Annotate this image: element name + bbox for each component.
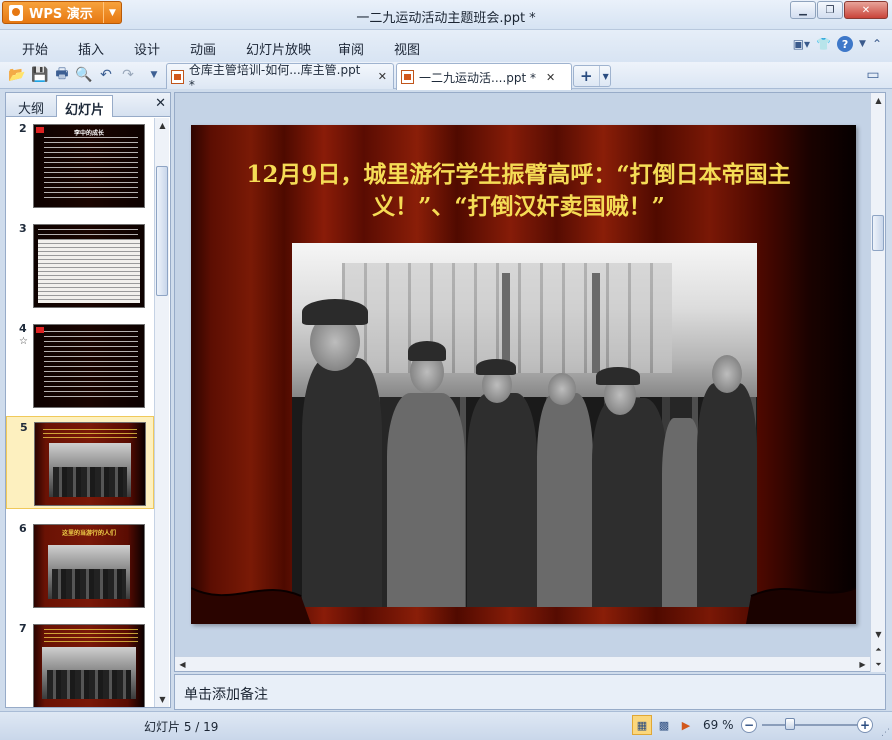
menu-insert[interactable]: 插入 <box>78 39 104 58</box>
ppt-file-icon <box>401 70 414 84</box>
slide-thumbnail-list: 2 李中的成长 3 4 ☆ 5 6 这里的当游行的人们 7 <box>6 118 154 707</box>
tab-warehouse-training[interactable]: 仓库主管培训-如何...库主管.ppt * ✕ <box>166 63 394 92</box>
tab-slides[interactable]: 幻灯片 <box>56 95 114 118</box>
normal-view-icon[interactable]: ▦ <box>632 715 652 735</box>
scroll-up-icon[interactable]: ▲ <box>155 118 170 133</box>
slide-number: 2 <box>19 122 27 135</box>
slide-thumbnail-4[interactable]: 4 ☆ <box>6 318 154 413</box>
zoom-out-icon[interactable]: − <box>741 717 757 733</box>
flag-icon <box>36 327 44 333</box>
print-preview-icon[interactable]: 🔍 <box>75 66 93 84</box>
close-panel-icon[interactable]: ✕ <box>155 96 166 111</box>
scroll-down-icon[interactable]: ▼ <box>871 627 886 642</box>
close-window-button[interactable]: ✕ <box>844 1 888 19</box>
slide-sorter-icon[interactable]: ▩ <box>654 715 674 735</box>
resize-grip-icon[interactable]: ⋰ <box>881 728 890 738</box>
ribbon-collapse-icon[interactable]: ⌃ <box>872 37 882 51</box>
menu-design[interactable]: 设计 <box>134 39 160 58</box>
animation-star-icon: ☆ <box>19 336 28 347</box>
chevron-down-icon[interactable]: ▼ <box>859 39 866 49</box>
menu-view[interactable]: 视图 <box>394 39 420 58</box>
scrollbar-thumb[interactable] <box>156 166 168 296</box>
curtain-hem <box>191 587 856 624</box>
open-folder-icon[interactable]: 📂 <box>8 66 26 84</box>
slide-area-vscroll[interactable]: ▲ ▼ ⏶ ⏷ <box>870 93 885 672</box>
slides-panel: 大纲 幻灯片 ✕ 2 李中的成长 3 4 ☆ 5 6 这里的当游行的人们 7 ▲… <box>5 92 171 708</box>
menu-slideshow[interactable]: 幻灯片放映 <box>246 39 311 58</box>
slideshow-icon[interactable]: ▶ <box>676 715 696 735</box>
menu-review[interactable]: 审阅 <box>338 39 364 58</box>
slide-indicator: 幻灯片 5 / 19 <box>144 720 219 734</box>
notes-placeholder[interactable]: 单击添加备注 <box>184 684 268 704</box>
scroll-down-icon[interactable]: ▼ <box>155 692 170 707</box>
slide-title[interactable]: 12月9日，城里游行学生振臂高呼：“打倒日本帝国主义！”、“打倒汉奸卖国贼！” <box>201 159 836 223</box>
tab-label: 仓库主管培训-如何...库主管.ppt * <box>188 63 361 92</box>
zoom-level[interactable]: 69 % <box>703 718 734 732</box>
scroll-right-icon[interactable]: ▶ <box>855 657 870 672</box>
close-tab-icon[interactable]: ✕ <box>378 70 387 83</box>
menu-animation[interactable]: 动画 <box>190 39 216 58</box>
next-slide-icon[interactable]: ⏷ <box>871 657 886 672</box>
tab-label: 一二九运动活....ppt * <box>419 70 537 85</box>
minimize-button[interactable]: ▁ <box>790 1 816 19</box>
redo-icon[interactable]: ↷ <box>119 66 137 84</box>
slide-number: 6 <box>19 522 27 535</box>
chevron-down-icon[interactable]: ▼ <box>598 66 612 86</box>
new-tab-button[interactable]: + ▼ <box>573 65 611 87</box>
restore-button[interactable]: ❐ <box>817 1 843 19</box>
shirt-icon[interactable]: 👕 <box>816 37 831 51</box>
window-list-icon[interactable]: ▭ <box>864 66 882 84</box>
slide-thumbnail-3[interactable]: 3 <box>6 218 154 313</box>
quick-access-toolbar: 📂 💾 🖶 🔍 ↶ ↷ ▼ 仓库主管培训-如何...库主管.ppt * ✕ 一二… <box>0 62 892 92</box>
menu-home[interactable]: 开始 <box>22 39 48 58</box>
skin-icon[interactable]: ▣▾ <box>793 37 810 51</box>
slide-number: 5 <box>20 421 28 434</box>
help-icon[interactable]: ? <box>837 36 854 52</box>
plus-icon: + <box>580 67 593 85</box>
tab-outline[interactable]: 大纲 <box>10 95 52 117</box>
thumb-title: 这里的当游行的人们 <box>61 530 116 537</box>
ppt-file-icon <box>171 69 184 84</box>
slide-number: 4 <box>19 322 27 335</box>
zoom-slider[interactable] <box>762 724 857 726</box>
slide-thumbnail-5[interactable]: 5 <box>6 416 154 509</box>
tab-129-movement[interactable]: 一二九运动活....ppt * ✕ <box>396 63 572 90</box>
status-bar: 幻灯片 5 / 19 ▦ ▩ ▶ 69 % − + ⋰ <box>0 711 892 740</box>
close-tab-icon[interactable]: ✕ <box>546 71 555 84</box>
slide-area-hscroll[interactable]: ◀ ▶ <box>175 656 870 671</box>
thumb-title: 李中的成长 <box>73 130 104 137</box>
previous-slide-icon[interactable]: ⏶ <box>871 642 886 657</box>
slides-panel-scrollbar[interactable]: ▲ ▼ <box>154 118 169 707</box>
save-icon[interactable]: 💾 <box>31 66 49 84</box>
zoom-slider-knob[interactable] <box>785 718 795 730</box>
slide-canvas[interactable]: 12月9日，城里游行学生振臂高呼：“打倒日本帝国主义！”、“打倒汉奸卖国贼！” <box>191 125 856 624</box>
notes-pane[interactable]: 单击添加备注 <box>174 674 886 710</box>
ribbon-menu-bar: 开始 插入 设计 动画 幻灯片放映 审阅 视图 ▣▾ 👕 ? ▼ ⌃ <box>0 30 892 62</box>
scroll-left-icon[interactable]: ◀ <box>175 657 190 672</box>
protest-photo[interactable] <box>292 243 757 607</box>
slide-edit-area: 12月9日，城里游行学生振臂高呼：“打倒日本帝国主义！”、“打倒汉奸卖国贼！” <box>174 92 886 672</box>
undo-icon[interactable]: ↶ <box>97 66 115 84</box>
print-icon[interactable]: 🖶 <box>53 66 71 84</box>
slide-thumbnail-7[interactable]: 7 <box>6 618 154 707</box>
slide-thumbnail-6[interactable]: 6 这里的当游行的人们 <box>6 518 154 613</box>
slide-number: 7 <box>19 622 27 635</box>
title-bar: WPS 演示 ▼ 一二九运动活动主题班会.ppt * ▁ ❐ ✕ <box>0 0 892 30</box>
slide-thumbnail-2[interactable]: 2 李中的成长 <box>6 118 154 213</box>
window-title: 一二九运动活动主题班会.ppt * <box>356 11 536 26</box>
slide-number: 3 <box>19 222 27 235</box>
scrollbar-thumb[interactable] <box>872 215 884 251</box>
scroll-up-icon[interactable]: ▲ <box>871 93 886 108</box>
zoom-in-icon[interactable]: + <box>857 717 873 733</box>
customize-toolbar-icon[interactable]: ▼ <box>145 66 163 84</box>
